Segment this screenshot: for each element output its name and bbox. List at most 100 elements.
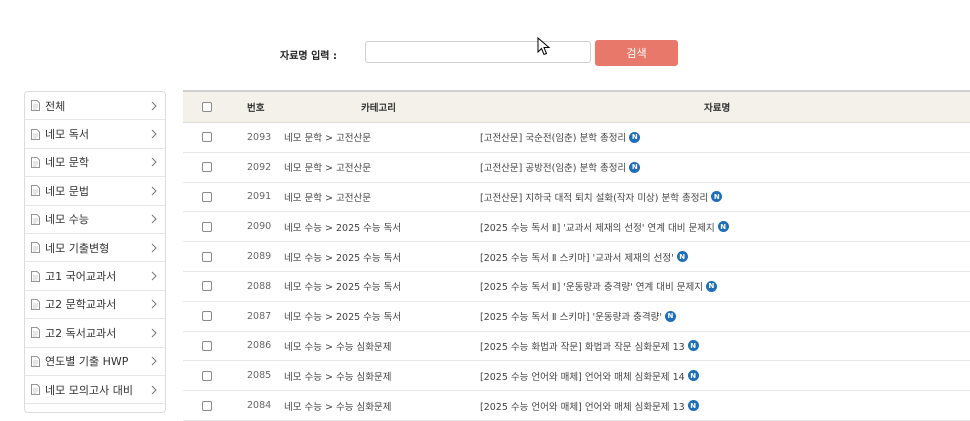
row-checkbox-cell [202,361,212,390]
row-number: 2092 [247,161,272,173]
document-icon [31,128,40,140]
chevron-right-icon [151,101,157,111]
row-number: 2084 [247,400,272,412]
document-icon [31,327,40,339]
select-all-cell [202,92,212,122]
row-title-link[interactable]: [고전산문] 국순전(임춘) 분학 총정리 [480,130,626,144]
row-checkbox[interactable] [202,191,212,202]
sidebar-item[interactable]: 연도별 기출 HWP [25,348,165,376]
document-icon [31,100,40,112]
row-checkbox[interactable] [202,400,212,411]
row-checkbox-cell [202,123,212,152]
row-checkbox-cell [202,332,212,361]
chevron-right-icon [151,214,157,224]
header-category: 카테고리 [361,103,396,114]
row-checkbox-cell [202,302,212,331]
row-title-link[interactable]: [2025 수능 독서 Ⅱ] '교과서 제재의 선정' 연계 대비 문제지 [480,220,715,234]
chevron-right-icon [151,271,157,281]
row-title-link[interactable]: [2025 수능 언어와 매체] 언어와 매체 심화문제 14 [480,369,685,383]
document-icon [31,157,40,168]
row-title-cell: [고전산문] 지하국 대적 퇴치 설화(작자 미상) 분학 총정리 N [480,183,723,212]
document-icon [31,299,40,310]
sidebar-item[interactable]: 네모 문학 [25,149,165,178]
row-number: 2091 [247,191,272,203]
chevron-right-icon [151,356,157,366]
chevron-right-icon [151,385,157,394]
select-all-checkbox[interactable] [202,102,212,112]
row-number: 2086 [247,340,272,352]
table-row: 2086 네모 수능 > 수능 심화문제 [2025 수능 화법과 작문] 화법과 … [183,332,970,362]
row-title-link[interactable]: [2025 수능 독서 Ⅱ] '운동량과 충격량' 연계 대비 문제지 [480,279,703,293]
new-badge-icon: N [629,131,641,143]
search-label: 자료명 입력 : [280,51,337,62]
document-icon [31,242,40,254]
row-title-link[interactable]: [2025 수능 독서 Ⅱ 스키마] '운동량과 충격량' [480,309,662,323]
sidebar-item-label: 연도별 기출 HWP [45,355,129,369]
row-title-link[interactable]: [고전산문] 지하국 대적 퇴치 설화(작자 미상) 분학 총정리 [480,190,708,204]
row-title-cell: [2025 수능 독서 Ⅱ] '교과서 제재의 선정' 연계 대비 문제지 N [480,212,729,241]
row-title-cell: [2025 수능 화법과 작문] 화법과 작문 심화문제 13 N [480,332,699,361]
row-checkbox[interactable] [202,251,212,262]
row-checkbox[interactable] [202,340,212,351]
sidebar-item[interactable]: 네모 수능 [25,206,165,234]
sidebar-item[interactable]: 네모 모의고사 대비 [25,376,165,405]
header-num: 번호 [247,103,265,114]
row-checkbox[interactable] [202,311,212,322]
row-title-link[interactable]: [2025 수능 언어와 매체] 언어와 매체 심화문제 13 [480,399,685,413]
table-row: 2090 네모 수능 > 2025 수능 독서 [2025 수능 독서 Ⅱ] '교과… [183,212,970,243]
table-row: 2085 네모 수능 > 수능 심화문제 [2025 수능 언어와 매체] 언어와 … [183,361,970,392]
row-checkbox-cell [202,242,212,271]
new-badge-icon: N [705,280,717,292]
row-checkbox[interactable] [202,370,212,381]
row-title-link[interactable]: [2025 수능 독서 Ⅱ 스키마] '교과서 제재의 선정' [480,250,674,264]
row-number: 2090 [247,221,272,233]
document-icon [31,355,40,367]
row-category: 네모 수능 > 수능 심화문제 [284,371,392,383]
row-checkbox[interactable] [202,162,212,173]
row-title-cell: [2025 수능 언어와 매체] 언어와 매체 심화문제 14 N [480,361,699,390]
new-badge-icon: N [687,370,699,382]
category-sidebar: 전체네모 독서네모 문학네모 문법 네모 수능네모 기출변형고1 국어교과서고2 … [24,91,166,413]
chevron-right-icon [151,158,157,167]
row-number: 2089 [247,251,272,263]
sidebar-item[interactable]: 전체 [25,92,165,121]
row-title-cell: [2025 수능 독서 Ⅱ] '운동량과 충격량' 연계 대비 문제지 N [480,272,717,301]
sidebar-item[interactable]: 네모 기출변형 [25,234,165,263]
chevron-right-icon [151,243,157,252]
search-button[interactable]: 검색 [595,40,678,66]
sidebar-item-label: 네모 기출변형 [45,241,110,255]
row-title-cell: [2025 수능 독서 Ⅱ 스키마] '교과서 제재의 선정' N [480,242,688,271]
row-category: 네모 문학 > 고전산문 [284,133,371,145]
sidebar-item-label: 전체 [45,99,66,113]
row-checkbox[interactable] [202,132,212,143]
document-icon [31,384,40,395]
sidebar-item[interactable]: 고2 독서교과서 [25,319,165,348]
document-icon [31,213,40,225]
resource-table: 번호 카테고리 자료명 2093 네모 문학 > 고전산문 [고전산문] 국순전(임… [183,90,970,421]
row-title-cell: [2025 수능 독서 Ⅱ 스키마] '운동량과 충격량' N [480,302,676,331]
sidebar-item[interactable]: 고1 국어교과서 [25,262,165,291]
table-row: 2088 네모 수능 > 2025 수능 독서 [2025 수능 독서 Ⅱ] '운동… [183,272,970,302]
row-number: 2088 [247,280,272,292]
header-title: 자료명 [704,103,731,114]
search-input[interactable] [365,41,591,63]
row-title-cell: [고전산문] 국순전(임춘) 분학 총정리 N [480,123,641,152]
row-title-link[interactable]: [2025 수능 화법과 작문] 화법과 작문 심화문제 13 [480,339,685,353]
row-category: 네모 수능 > 2025 수능 독서 [284,282,402,294]
row-checkbox[interactable] [202,221,212,232]
sidebar-item[interactable]: 네모 문법 [25,177,165,206]
row-checkbox-cell [202,183,212,212]
sidebar-item-label: 고2 문학교과서 [45,298,117,312]
row-category: 네모 문학 > 고전산문 [284,163,371,175]
sidebar-item-label: 네모 문학 [45,156,89,170]
sidebar-item[interactable]: 고2 문학교과서 [25,291,165,320]
table-body: 2093 네모 문학 > 고전산문 [고전산문] 국순전(임춘) 분학 총정리 N 20… [183,123,970,421]
sidebar-item-label: 네모 모의고사 대비 [45,383,133,397]
row-checkbox[interactable] [202,281,212,292]
row-category: 네모 수능 > 수능 심화문제 [284,401,392,413]
row-title-link[interactable]: [고전산문] 공방전(임춘) 분학 총정리 [480,160,626,174]
table-row: 2084 네모 수능 > 수능 심화문제 [2025 수능 언어와 매체] 언어와 … [183,391,970,421]
new-badge-icon: N [711,191,723,203]
chevron-right-icon [151,129,157,139]
sidebar-item[interactable]: 네모 독서 [25,120,165,149]
